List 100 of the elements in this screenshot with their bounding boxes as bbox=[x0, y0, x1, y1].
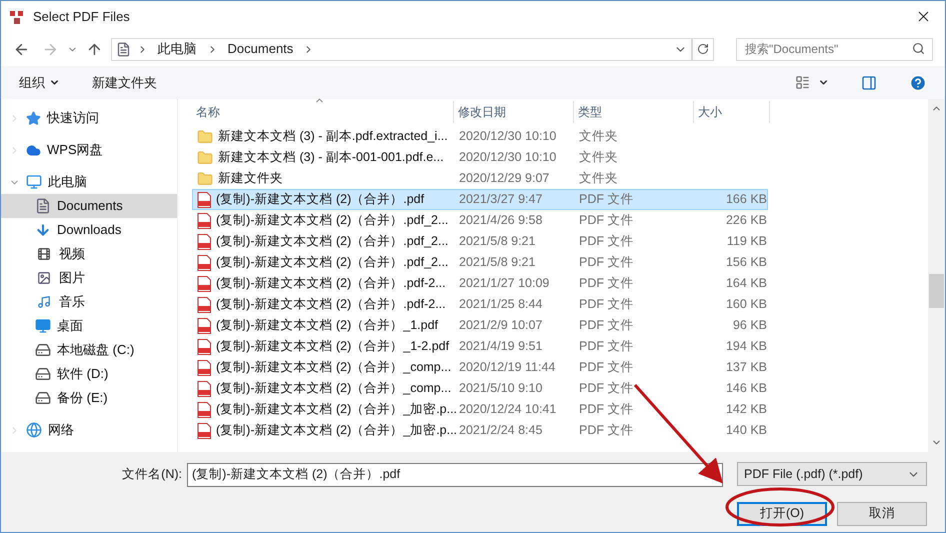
modified-date: 2021/5/8 9:21 bbox=[458, 233, 536, 250]
picture-icon bbox=[35, 269, 53, 287]
file-row[interactable]: 新建文本文档 (3) - 副本-001-001.pdf.e... 2020/12/30 10:10 文件夹 bbox=[192, 147, 768, 168]
file-row[interactable]: (复制)-新建文本文档 (2)（合并）_加密.p...2020/12/24 10:41 PDF 文件 142 KB bbox=[192, 399, 768, 420]
file-name: (复制)-新建文本文档 (2)（合并）.pdf bbox=[216, 191, 424, 208]
file-size: 164 KB bbox=[724, 275, 767, 292]
monitor-icon bbox=[26, 174, 42, 190]
file-row[interactable]: 新建文本文档 (3) - 副本.pdf.extracted_i... 2020/12/30 10:10 文件夹 bbox=[192, 126, 768, 147]
download-icon bbox=[35, 222, 51, 238]
file-type: PDF 文件 bbox=[578, 401, 634, 418]
sidebar-item[interactable]: 备份 (E:) bbox=[1, 386, 177, 410]
sidebar-label: 此电脑 bbox=[48, 173, 87, 192]
file-name: (复制)-新建文本文档 (2)（合并）.pdf_2... bbox=[216, 212, 448, 230]
modified-date: 2021/5/8 9:21 bbox=[458, 254, 536, 272]
drive-icon bbox=[35, 342, 51, 358]
folder-icon bbox=[197, 128, 213, 144]
file-type: PDF 文件 bbox=[578, 233, 634, 250]
file-type: PDF 文件 bbox=[578, 275, 634, 292]
file-type: PDF 文件 bbox=[578, 338, 634, 356]
sidebar-label: Documents bbox=[57, 197, 123, 216]
search-field[interactable]: 搜索"Documents" bbox=[736, 38, 933, 60]
drive-icon bbox=[35, 366, 51, 382]
pdf-file-icon bbox=[197, 296, 211, 312]
file-type: PDF 文件 bbox=[578, 359, 634, 376]
sidebar-item[interactable]: WPS网盘 bbox=[1, 138, 177, 162]
file-type: PDF 文件 bbox=[578, 422, 634, 440]
file-size: 119 KB bbox=[726, 233, 767, 250]
sidebar-label: Downloads bbox=[57, 221, 122, 240]
file-type: PDF 文件 bbox=[578, 317, 634, 334]
column-header[interactable]: 修改日期 bbox=[454, 101, 574, 123]
preview-pane-icon[interactable] bbox=[861, 74, 877, 90]
sidebar-label: WPS网盘 bbox=[47, 141, 103, 160]
sidebar-item[interactable]: 本地磁盘 (C:) bbox=[1, 338, 177, 362]
refresh-button[interactable] bbox=[692, 38, 714, 60]
sidebar-item[interactable]: 视频 bbox=[1, 242, 177, 266]
organize-menu[interactable]: 组织 bbox=[19, 72, 60, 92]
refresh-icon bbox=[697, 43, 710, 55]
app-logo-icon bbox=[9, 8, 25, 24]
sidebar-item[interactable]: 此电脑 bbox=[1, 170, 177, 194]
music-icon bbox=[35, 293, 53, 311]
file-name: (复制)-新建文本文档 (2)（合并）_1-2.pdf bbox=[216, 338, 450, 356]
breadcrumb-item[interactable]: Documents bbox=[224, 39, 298, 59]
folder-icon bbox=[197, 170, 213, 186]
file-type-filter[interactable]: PDF File (.pdf) (*.pdf) bbox=[737, 462, 927, 486]
modified-date: 2021/2/24 8:45 bbox=[458, 422, 544, 440]
sidebar-item[interactable]: 图片 bbox=[1, 266, 177, 290]
help-icon[interactable] bbox=[909, 74, 927, 92]
column-header[interactable]: 大小 bbox=[694, 101, 770, 123]
file-row[interactable]: (复制)-新建文本文档 (2)（合并）_1.pdf 2021/2/9 10:07 PDF 文件 96 KB bbox=[192, 315, 768, 336]
breadcrumb-item[interactable]: 此电脑 bbox=[154, 39, 201, 59]
sidebar-label: 图片 bbox=[59, 269, 85, 288]
file-size: 166 KB bbox=[724, 191, 767, 208]
modified-date: 2021/5/10 9:10 bbox=[458, 380, 544, 398]
file-row[interactable]: (复制)-新建文本文档 (2)（合并）.pdf-2... 2021/1/25 8:44 PDF 文件 160 KB bbox=[192, 294, 768, 315]
file-size: 160 KB bbox=[724, 296, 767, 314]
file-name: (复制)-新建文本文档 (2)（合并）.pdf-2... bbox=[216, 296, 446, 314]
column-header[interactable]: 名称 bbox=[192, 101, 454, 123]
new-folder-button[interactable]: 新建文件夹 bbox=[92, 72, 157, 92]
sidebar-item[interactable]: Downloads bbox=[1, 218, 177, 242]
file-row[interactable]: (复制)-新建文本文档 (2)（合并）.pdf 2021/3/27 9:47 PDF 文件 166 KB bbox=[192, 189, 768, 210]
document-icon bbox=[35, 198, 51, 214]
file-row[interactable]: (复制)-新建文本文档 (2)（合并）_comp... 2021/5/10 9:10 PDF 文件 146 KB bbox=[192, 378, 768, 399]
file-row[interactable]: (复制)-新建文本文档 (2)（合并）.pdf_2... 2021/5/8 9:21 PDF 文件 119 KB bbox=[192, 231, 768, 252]
file-name: 新建文本文档 (3) - 副本.pdf.extracted_i... bbox=[218, 128, 448, 146]
sidebar-item[interactable]: 软件 (D:) bbox=[1, 362, 177, 386]
pdf-file-icon bbox=[197, 212, 211, 228]
sidebar-item[interactable]: 音乐 bbox=[1, 290, 177, 314]
globe-icon bbox=[26, 422, 42, 438]
file-row[interactable]: (复制)-新建文本文档 (2)（合并）.pdf_2... 2021/4/26 9:58 PDF 文件 226 KB bbox=[192, 210, 768, 231]
pdf-file-icon bbox=[197, 254, 211, 270]
address-bar[interactable]: 此电脑 Documents bbox=[110, 38, 692, 60]
file-row[interactable]: (复制)-新建文本文档 (2)（合并）_加密.p...2021/2/24 8:45 PDF 文件 140 KB bbox=[192, 420, 768, 441]
column-header[interactable]: 类型 bbox=[574, 101, 694, 123]
modified-date: 2021/4/19 9:51 bbox=[458, 338, 544, 356]
view-options-icon[interactable] bbox=[795, 75, 810, 90]
file-row[interactable]: (复制)-新建文本文档 (2)（合并）.pdf-2... 2021/1/27 10:09 PDF 文件 164 KB bbox=[192, 273, 768, 294]
file-size: 96 KB bbox=[732, 317, 767, 334]
modified-date: 2020/12/24 10:41 bbox=[458, 401, 558, 418]
sidebar-item[interactable]: 快速访问 bbox=[1, 106, 177, 130]
file-name: (复制)-新建文本文档 (2)（合并）_comp... bbox=[216, 359, 452, 376]
file-row[interactable]: (复制)-新建文本文档 (2)（合并）_comp... 2020/12/19 11:44 PDF 文件 137 KB bbox=[192, 357, 768, 378]
file-type: 文件夹 bbox=[578, 149, 619, 166]
file-row[interactable]: 新建文件夹 2020/12/29 9:07 文件夹 bbox=[192, 168, 768, 189]
file-type: 文件夹 bbox=[578, 128, 619, 146]
sidebar-item[interactable]: Documents bbox=[1, 194, 177, 218]
file-row[interactable]: (复制)-新建文本文档 (2)（合并）_1-2.pdf 2021/4/19 9:51 PDF 文件 194 KB bbox=[192, 336, 768, 357]
modified-date: 2021/3/27 9:47 bbox=[458, 191, 544, 208]
file-size: 226 KB bbox=[724, 212, 767, 230]
file-name: (复制)-新建文本文档 (2)（合并）_1.pdf bbox=[216, 317, 438, 334]
file-name: 新建文件夹 bbox=[218, 170, 283, 188]
scrollbar-thumb[interactable] bbox=[929, 274, 944, 308]
file-type: PDF 文件 bbox=[578, 191, 634, 208]
sidebar-item[interactable]: 桌面 bbox=[1, 314, 177, 338]
sidebar-item[interactable]: 网络 bbox=[1, 418, 177, 442]
cancel-button[interactable]: 取消 bbox=[837, 502, 927, 526]
filename-field[interactable]: (复制)-新建文本文档 (2)（合并）.pdf bbox=[187, 462, 723, 486]
folder-icon bbox=[197, 150, 213, 166]
scrollbar[interactable] bbox=[928, 99, 945, 452]
file-name: (复制)-新建文本文档 (2)（合并）_加密.p... bbox=[216, 422, 458, 440]
file-row[interactable]: (复制)-新建文本文档 (2)（合并）.pdf_2... 2021/5/8 9:21 PDF 文件 156 KB bbox=[192, 252, 768, 273]
